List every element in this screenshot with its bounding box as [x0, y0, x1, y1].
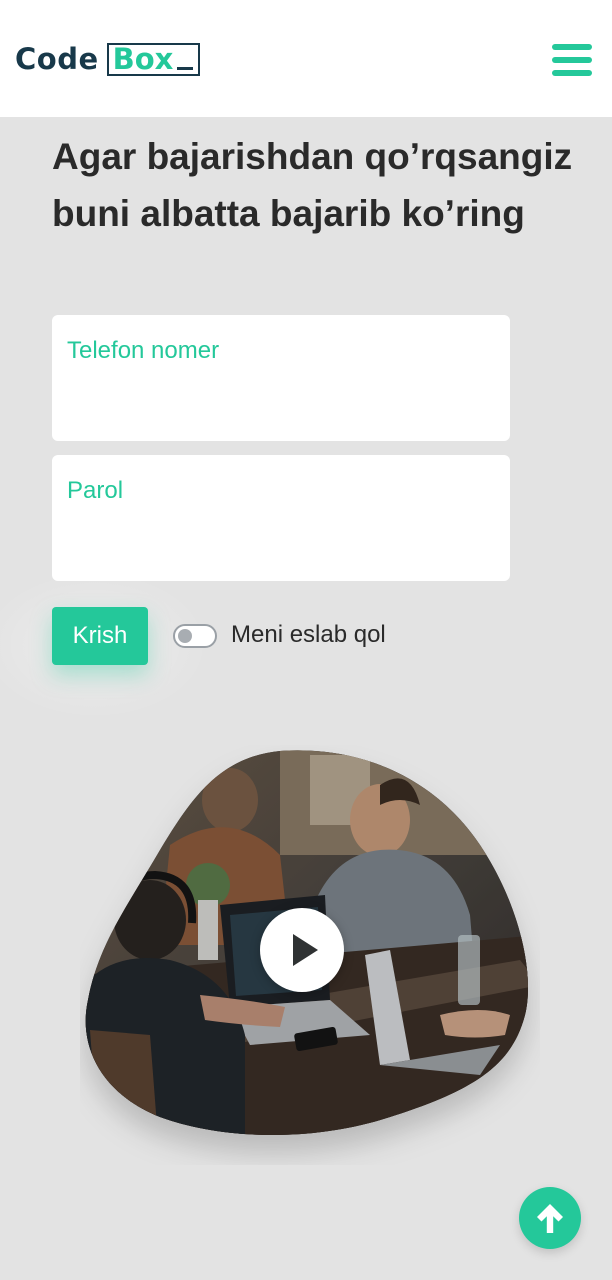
- play-button[interactable]: [260, 908, 344, 992]
- logo-cursor: [177, 66, 194, 70]
- logo[interactable]: Code Box: [15, 40, 201, 78]
- menu-bar: [552, 70, 592, 76]
- menu-bar: [552, 44, 592, 50]
- phone-field[interactable]: [52, 315, 510, 441]
- page-title: Agar bajarishdan qo’rqsangiz buni albatt…: [52, 136, 573, 234]
- remember-me-label[interactable]: Meni eslab qol: [231, 621, 386, 649]
- password-input[interactable]: [67, 477, 495, 505]
- scroll-to-top-button[interactable]: [519, 1187, 581, 1249]
- hamburger-menu-icon[interactable]: [548, 40, 594, 80]
- arrow-up-icon: [537, 1204, 563, 1233]
- toggle-knob: [178, 629, 192, 643]
- play-icon: [293, 934, 318, 966]
- password-field[interactable]: [52, 455, 510, 581]
- logo-box: Box: [106, 42, 201, 76]
- site-header: Code Box: [0, 0, 612, 117]
- login-button[interactable]: Krish: [52, 607, 148, 665]
- phone-input[interactable]: [67, 337, 495, 365]
- video-thumbnail[interactable]: [80, 745, 540, 1165]
- remember-me-toggle[interactable]: [173, 624, 217, 648]
- logo-box-text: Box: [112, 42, 174, 76]
- menu-bar: [552, 57, 592, 63]
- logo-code-text: Code: [15, 42, 99, 76]
